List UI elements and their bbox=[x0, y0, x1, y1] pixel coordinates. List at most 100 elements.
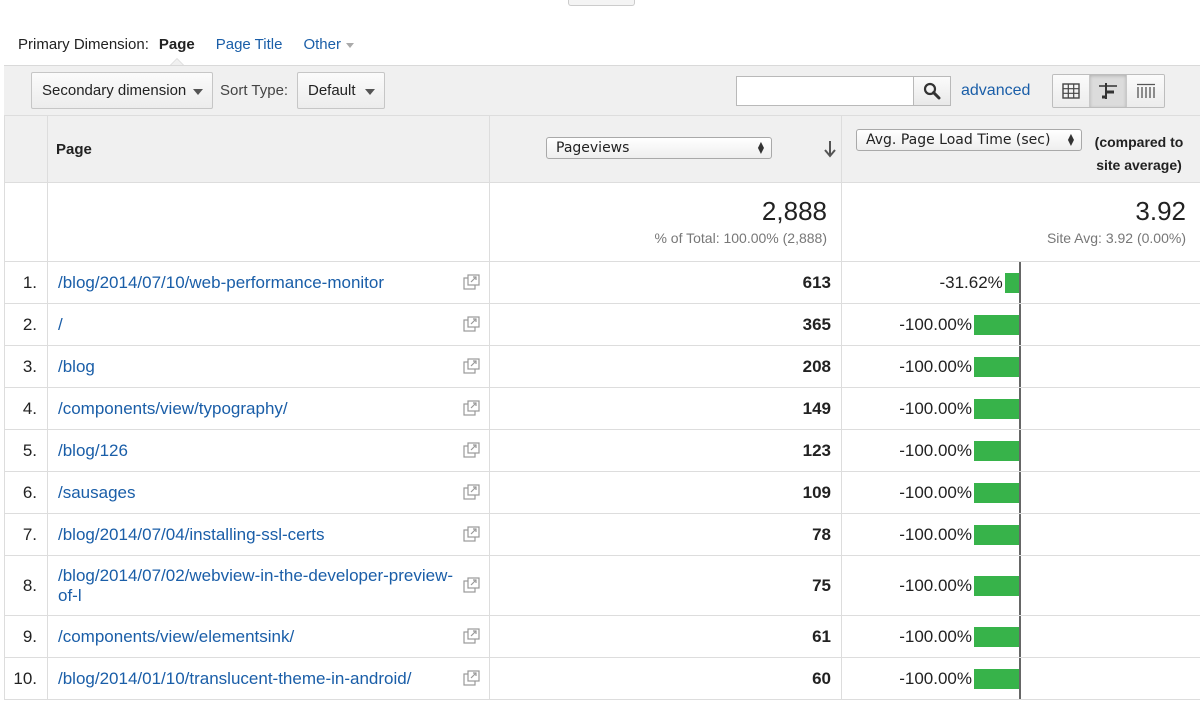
dimension-other-link[interactable]: Other bbox=[303, 36, 354, 53]
pivot-view-button[interactable] bbox=[1127, 75, 1164, 107]
row-compare-cell: -31.62% bbox=[841, 261, 1200, 304]
updown-arrows-icon: ▲ ▼ bbox=[757, 140, 764, 155]
external-link-icon[interactable] bbox=[463, 399, 480, 416]
row-compare-cell: -100.00% bbox=[841, 657, 1200, 700]
dimension-page-title-link[interactable]: Page Title bbox=[216, 36, 283, 53]
sort-desc-arrow-icon[interactable] bbox=[823, 140, 837, 158]
row-page-cell: /blog/2014/07/10/web-performance-monitor bbox=[47, 261, 490, 304]
sort-type-label: Sort Type: bbox=[220, 82, 289, 99]
row-compare-percent: -100.00% bbox=[899, 440, 972, 460]
table-row: 4. /components/view/typography/149 -100.00… bbox=[4, 387, 1200, 430]
external-link-icon[interactable] bbox=[463, 357, 480, 374]
search-input[interactable] bbox=[736, 76, 914, 106]
row-compare-bar bbox=[974, 524, 1019, 545]
row-pageviews: 149 bbox=[489, 387, 842, 430]
row-compare-percent: -100.00% bbox=[899, 314, 972, 334]
table-view-button[interactable] bbox=[1053, 75, 1090, 107]
sort-type-value: Default bbox=[308, 82, 356, 99]
header-page[interactable]: Page bbox=[47, 115, 490, 183]
row-page-cell: /blog/2014/07/02/webview-in-the-develope… bbox=[47, 555, 490, 616]
row-compare-bar bbox=[974, 356, 1019, 377]
row-page-link[interactable]: / bbox=[58, 315, 63, 334]
external-link-icon[interactable] bbox=[463, 315, 480, 332]
row-page-cell: /blog/126 bbox=[47, 429, 490, 472]
row-compare-axis bbox=[1019, 616, 1021, 657]
row-compare-cell: -100.00% bbox=[841, 615, 1200, 658]
row-compare-cell: -100.00% bbox=[841, 429, 1200, 472]
comparison-view-icon bbox=[1099, 83, 1117, 99]
row-compare-cell: -100.00% bbox=[841, 513, 1200, 556]
table-row: 3. /blog 208 -100.00% bbox=[4, 345, 1200, 388]
row-page-link[interactable]: /blog/126 bbox=[58, 441, 128, 460]
search-button[interactable] bbox=[913, 76, 951, 106]
external-link-icon[interactable] bbox=[463, 576, 480, 593]
primary-dimension-label: Primary Dimension: bbox=[18, 36, 149, 53]
table-row: 1. /blog/2014/07/10/web-performance-monit… bbox=[4, 261, 1200, 304]
row-page-cell: /blog/2014/01/10/translucent-theme-in-an… bbox=[47, 657, 490, 700]
row-page-link[interactable]: /blog/2014/01/10/translucent-theme-in-an… bbox=[58, 669, 411, 688]
row-compare-axis bbox=[1019, 262, 1021, 303]
row-compare-bar bbox=[974, 482, 1019, 503]
compare-metric-select[interactable]: Avg. Page Load Time (sec) ▲ ▼ bbox=[856, 129, 1082, 151]
table-row: 2. / 365 -100.00% bbox=[4, 303, 1200, 346]
table-row: 6. /sausages 109 -100.00% bbox=[4, 471, 1200, 514]
row-pageviews: 613 bbox=[489, 261, 842, 304]
comparison-view-button[interactable] bbox=[1090, 75, 1127, 107]
external-link-icon[interactable] bbox=[463, 669, 480, 686]
table-row: 10. /blog/2014/01/10/translucent-theme-in… bbox=[4, 657, 1200, 700]
row-page-link[interactable]: /components/view/typography/ bbox=[58, 399, 288, 418]
row-index: 6. bbox=[4, 471, 48, 514]
advanced-filter-link[interactable]: advanced bbox=[961, 82, 1030, 100]
dropdown-arrow-icon bbox=[365, 89, 375, 95]
secondary-dimension-dropdown[interactable]: Secondary dimension bbox=[31, 72, 213, 109]
sort-type-dropdown[interactable]: Default bbox=[297, 72, 385, 109]
external-link-icon[interactable] bbox=[463, 441, 480, 458]
row-compare-bar bbox=[1004, 272, 1019, 293]
table-row: 8. /blog/2014/07/02/webview-in-the-develo… bbox=[4, 555, 1200, 616]
summary-pageviews-cell: 2,888 % of Total: 100.00% (2,888) bbox=[489, 182, 842, 262]
report-table: Page Pageviews ▲ ▼ Avg. Page Load Time (s… bbox=[4, 115, 1200, 700]
row-compare-bar bbox=[974, 440, 1019, 461]
pageviews-metric-select[interactable]: Pageviews ▲ ▼ bbox=[546, 137, 772, 159]
row-page-cell: / bbox=[47, 303, 490, 346]
header-index-cell bbox=[4, 115, 48, 183]
external-link-icon[interactable] bbox=[463, 525, 480, 542]
header-pageviews: Pageviews ▲ ▼ bbox=[489, 115, 842, 183]
row-index: 9. bbox=[4, 615, 48, 658]
row-compare-bar bbox=[974, 668, 1019, 689]
table-body: 1. /blog/2014/07/10/web-performance-monit… bbox=[4, 261, 1200, 700]
row-pageviews: 61 bbox=[489, 615, 842, 658]
row-page-link[interactable]: /sausages bbox=[58, 483, 136, 502]
row-index: 3. bbox=[4, 345, 48, 388]
row-compare-axis bbox=[1019, 514, 1021, 555]
top-tab-handle[interactable] bbox=[568, 0, 635, 6]
row-index: 7. bbox=[4, 513, 48, 556]
row-compare-percent: -100.00% bbox=[899, 575, 972, 595]
row-compare-cell: -100.00% bbox=[841, 303, 1200, 346]
row-page-link[interactable]: /blog/2014/07/02/webview-in-the-develope… bbox=[58, 566, 453, 605]
dimension-page-active[interactable]: Page bbox=[159, 36, 195, 53]
row-pageviews: 365 bbox=[489, 303, 842, 346]
row-page-link[interactable]: /blog/2014/07/10/web-performance-monitor bbox=[58, 273, 384, 292]
row-page-link[interactable]: /blog bbox=[58, 357, 95, 376]
row-page-link[interactable]: /blog/2014/07/04/installing-ssl-certs bbox=[58, 525, 324, 544]
row-page-cell: /blog/2014/07/04/installing-ssl-certs bbox=[47, 513, 490, 556]
row-pageviews: 123 bbox=[489, 429, 842, 472]
row-page-link[interactable]: /components/view/elementsink/ bbox=[58, 627, 294, 646]
row-compare-bar bbox=[974, 575, 1019, 596]
external-link-icon[interactable] bbox=[463, 483, 480, 500]
row-index: 4. bbox=[4, 387, 48, 430]
external-link-icon[interactable] bbox=[463, 627, 480, 644]
table-row: 7. /blog/2014/07/04/installing-ssl-certs 7… bbox=[4, 513, 1200, 556]
row-compare-bar bbox=[974, 398, 1019, 419]
updown-arrows-icon: ▲ ▼ bbox=[1067, 132, 1074, 147]
row-compare-cell: -100.00% bbox=[841, 471, 1200, 514]
chevron-down-icon bbox=[345, 42, 354, 48]
row-compare-cell: -100.00% bbox=[841, 387, 1200, 430]
row-compare-axis bbox=[1019, 304, 1021, 345]
row-index: 2. bbox=[4, 303, 48, 346]
row-compare-bar bbox=[974, 626, 1019, 647]
row-compare-percent: -100.00% bbox=[899, 668, 972, 688]
pivot-view-icon bbox=[1136, 83, 1155, 98]
external-link-icon[interactable] bbox=[463, 273, 480, 290]
